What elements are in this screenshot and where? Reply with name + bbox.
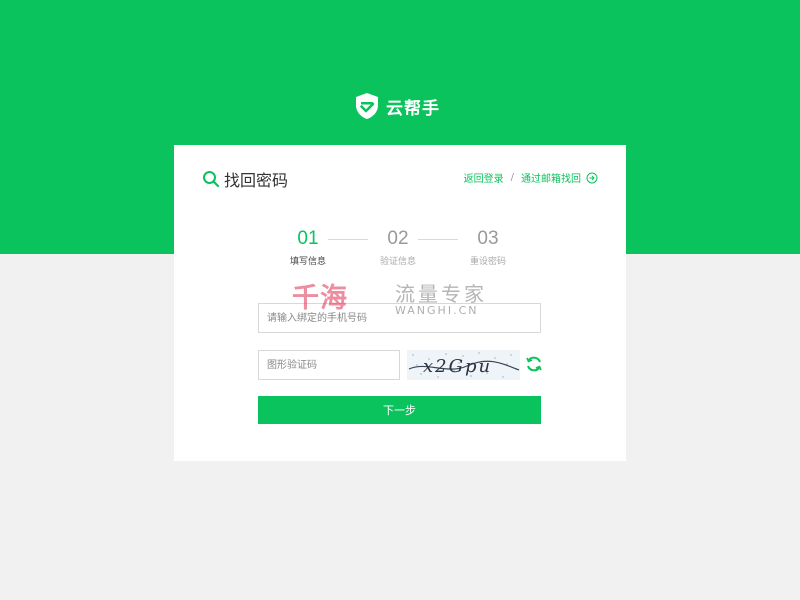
step-connector xyxy=(328,239,368,240)
step-1: 01 填写信息 xyxy=(278,227,338,267)
brand-name: 云帮手 xyxy=(386,98,440,119)
step-number: 03 xyxy=(477,228,499,249)
brand-logo[interactable]: 云帮手 xyxy=(354,91,440,121)
step-label: 填写信息 xyxy=(289,257,326,267)
next-step-button[interactable]: 下一步 xyxy=(258,396,541,424)
card-title-text: 找回密码 xyxy=(224,171,289,190)
search-icon xyxy=(203,171,220,188)
card-links: 返回登录 / 通过邮箱找回 xyxy=(464,170,598,185)
step-2: 02 验证信息 xyxy=(368,227,428,267)
step-label: 验证信息 xyxy=(379,257,416,267)
back-to-login-link[interactable]: 返回登录 xyxy=(464,170,504,185)
progress-steps: 01 填写信息 02 验证信息 03 重设密码 xyxy=(278,227,518,271)
arrow-circle-right-icon[interactable] xyxy=(586,172,598,184)
reset-password-card: 找回密码 返回登录 / 通过邮箱找回 01 填写信息 02 验证信息 03 重设… xyxy=(174,145,626,461)
step-connector xyxy=(418,239,458,240)
link-separator: / xyxy=(510,172,514,183)
refresh-icon[interactable] xyxy=(525,355,543,373)
phone-input[interactable] xyxy=(258,303,541,333)
captcha-text: x2Gpu xyxy=(423,356,492,377)
find-by-email-link[interactable]: 通过邮箱找回 xyxy=(521,170,581,185)
step-label: 重设密码 xyxy=(469,257,506,267)
captcha-input[interactable] xyxy=(258,350,400,380)
card-title: 找回密码 xyxy=(202,167,288,191)
captcha-image[interactable]: x2Gpu xyxy=(407,350,520,380)
shield-check-icon xyxy=(356,93,378,119)
step-3: 03 重设密码 xyxy=(458,227,518,267)
